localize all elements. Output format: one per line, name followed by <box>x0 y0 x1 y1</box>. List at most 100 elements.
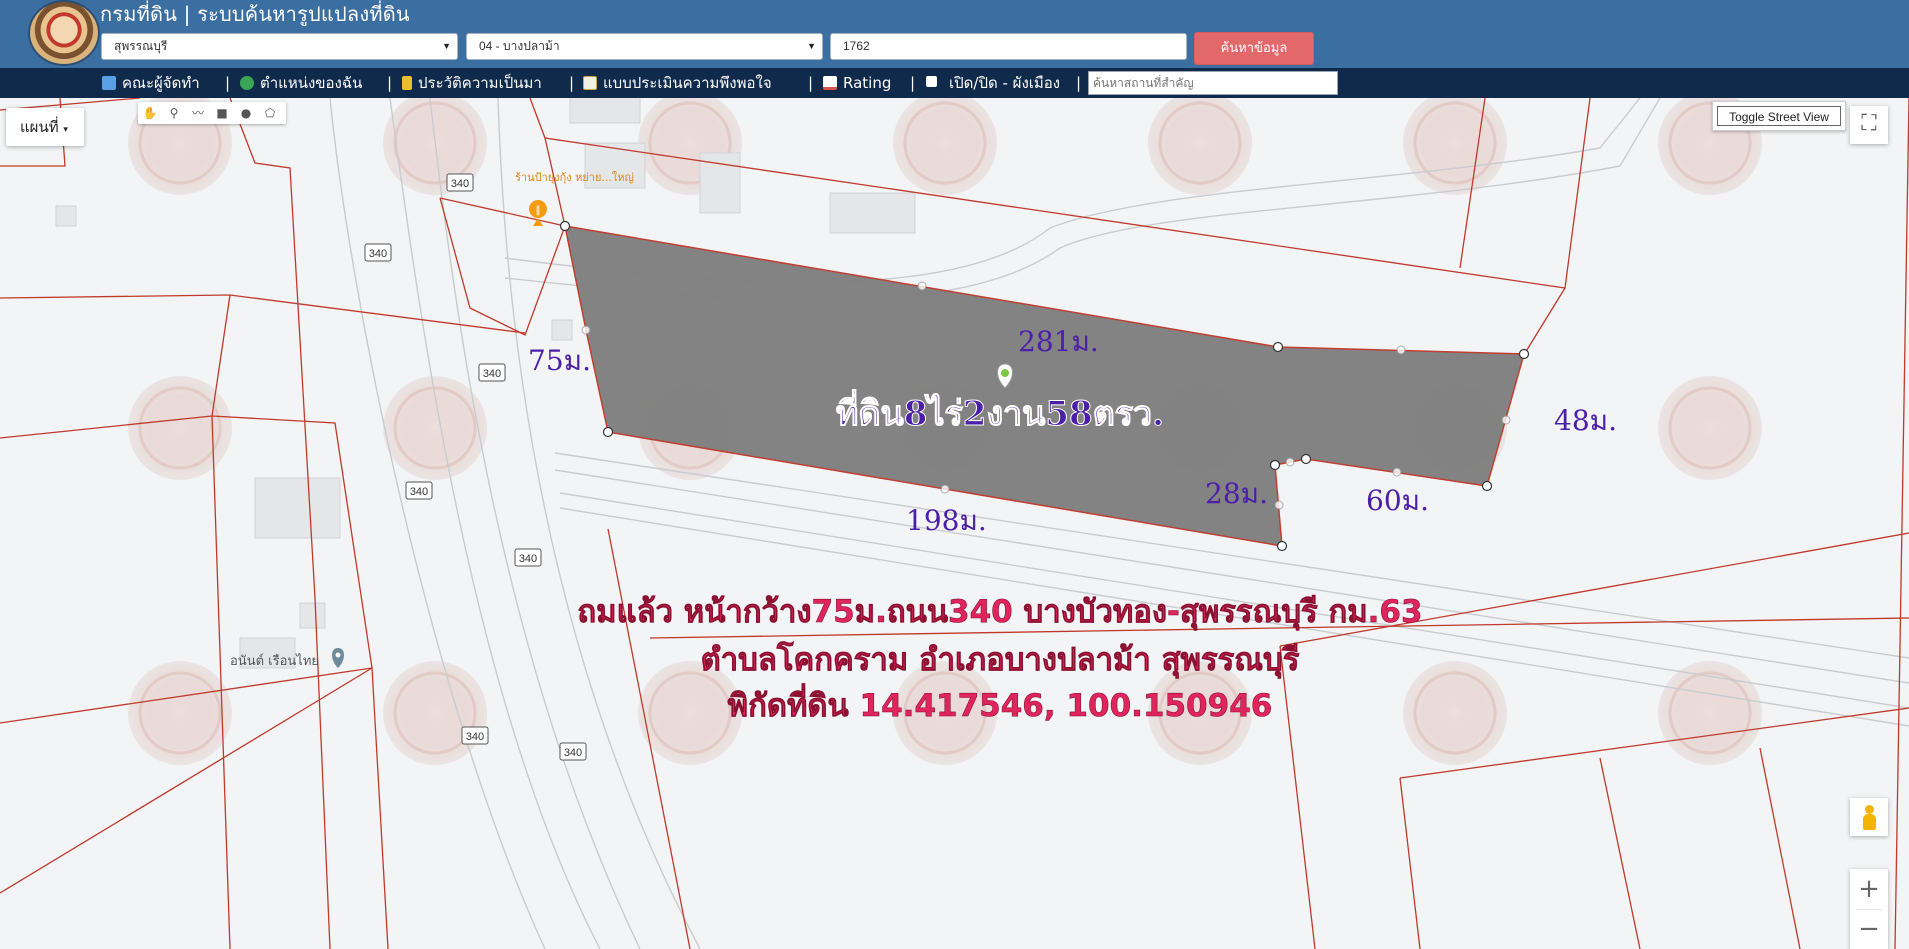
toolbar-survey-label: แบบประเมินความพึงพอใจ <box>603 74 772 92</box>
toolbar-history-label: ประวัติความเป็นมา <box>418 74 542 92</box>
chevron-down-icon: ▼ <box>807 41 816 51</box>
chart-icon <box>823 76 837 90</box>
app-title: กรมที่ดิน | ระบบค้นหารูปแปลงที่ดิน <box>100 2 410 26</box>
road-shield-label: 340 <box>519 553 537 565</box>
zoom-out-button[interactable]: − <box>1850 909 1888 949</box>
survey-icon <box>583 76 597 90</box>
province-select[interactable]: สุพรรณบุรี ▼ <box>101 33 458 60</box>
toolbar-separator: | <box>1076 74 1082 92</box>
vertex-handle <box>1481 480 1493 492</box>
toolbar-separator: | <box>569 74 575 92</box>
map-canvas[interactable]: 340 340 340 340 340 340 340 ร้านป้ายุงกุ้ง หย่… <box>0 98 1909 949</box>
parcel-number-input[interactable]: 1762 <box>830 33 1187 60</box>
parcel-line <box>1759 747 1801 949</box>
watermark-seal <box>1403 98 1507 195</box>
team-icon <box>102 76 116 90</box>
place-search-input[interactable]: ค้นหาสถานที่สำคัญ <box>1088 71 1338 95</box>
midpoint-handle <box>1274 500 1284 510</box>
circle-icon[interactable]: ● <box>238 105 254 121</box>
parcel-line <box>1524 287 1566 354</box>
chevron-down-icon: ▼ <box>442 41 451 51</box>
toolbar-team[interactable]: คณะผู้จัดทำ <box>102 68 200 98</box>
dol-logo <box>28 0 100 66</box>
building <box>551 319 573 341</box>
polygon-icon[interactable]: ⬠ <box>262 105 278 121</box>
app-root: กรมที่ดิน | ระบบค้นหารูปแปลงที่ดิน สุพรร… <box>0 0 1909 949</box>
road-shield-340: 340 <box>478 363 506 382</box>
watermark-seal <box>383 661 487 765</box>
watermark-seal <box>128 376 232 480</box>
road-edge <box>497 98 701 949</box>
toolbar-team-label: คณะผู้จัดทำ <box>122 74 200 92</box>
toolbar-history[interactable]: ประวัติความเป็นมา <box>402 68 542 98</box>
midpoint-handle <box>940 484 950 494</box>
map-type-dropdown[interactable]: แผนที่ ▾ <box>6 108 84 146</box>
watermark-seal <box>1403 661 1507 765</box>
district-select[interactable]: 04 - บางปลาม้า ▼ <box>466 33 823 60</box>
search-button[interactable]: ค้นหาข้อมูล <box>1194 32 1314 65</box>
dimension-75: 75ม. <box>528 344 591 377</box>
toggle-street-view-label: Toggle Street View <box>1717 106 1841 126</box>
toolbar-city-plan-label: เปิด/ปิด - ผังเมือง <box>949 74 1061 92</box>
dimension-60: 60ม. <box>1366 484 1429 517</box>
parcel-line <box>0 294 526 334</box>
road-shield-340: 340 <box>446 173 474 192</box>
toolbar-survey[interactable]: แบบประเมินความพึงพอใจ <box>583 68 772 98</box>
road-edge <box>329 98 546 949</box>
road-shield-340: 340 <box>405 481 433 500</box>
midpoint-handle <box>1396 345 1406 355</box>
caption-line-2: ตำบลโคกคราม อำเภอบางปลาม้า สุพรรณบุรี <box>701 641 1300 679</box>
building <box>55 205 77 227</box>
poi-restaurant[interactable]: ร้านป้ายุงกุ้ง หย่าย...ใหญ่ ‖ <box>515 171 634 226</box>
parcel-line <box>1894 98 1909 949</box>
road-shield-label: 340 <box>466 731 484 743</box>
poi-anan-label: อนันต์ เรือนไทย <box>230 653 319 669</box>
toolbar-rating[interactable]: Rating <box>823 68 891 98</box>
road-shield-340: 340 <box>559 742 587 761</box>
caption-line-3: พิกัดที่ดิน 14.417546, 100.150946 <box>728 683 1273 724</box>
vertex-handle <box>559 220 571 232</box>
parcel-line <box>1279 645 1316 949</box>
hand-icon[interactable]: ✋ <box>142 105 158 121</box>
history-icon <box>402 76 412 90</box>
marker-icon[interactable]: ⚲ <box>166 105 182 121</box>
province-select-value: สุพรรณบุรี <box>114 39 168 53</box>
road-shield-label: 340 <box>483 368 501 380</box>
midpoint-handle <box>917 281 927 291</box>
vertex-handle <box>1518 348 1530 360</box>
toolbar-my-location[interactable]: ตำแหน่งของฉัน <box>240 68 362 98</box>
rectangle-icon[interactable]: ■ <box>214 105 230 121</box>
district-select-value: 04 - บางปลาม้า <box>479 39 560 53</box>
dimension-28: 28ม. <box>1205 477 1268 510</box>
watermark-seal <box>1148 98 1252 195</box>
fullscreen-icon[interactable]: ⛶ <box>1850 106 1888 144</box>
building <box>569 98 641 124</box>
polyline-icon[interactable]: 〰 <box>190 105 206 121</box>
midpoint-handle <box>581 325 591 335</box>
zoom-control: + − <box>1850 869 1888 949</box>
toolbar-separator: | <box>910 74 916 92</box>
zoom-in-button[interactable]: + <box>1850 869 1888 909</box>
toggle-street-view-button[interactable]: Toggle Street View <box>1712 101 1846 131</box>
chevron-down-icon: ▾ <box>63 125 68 135</box>
vertex-handle <box>602 426 614 438</box>
pegman-icon[interactable] <box>1850 798 1888 836</box>
toolbar: คณะผู้จัดทำ | ตำแหน่งของฉัน | ประวัติควา… <box>0 68 1909 98</box>
watermark-seal <box>128 661 232 765</box>
toolbar-city-plan-toggle[interactable]: เปิด/ปิด - ผังเมือง <box>926 68 1060 98</box>
road-shield-label: 340 <box>369 248 387 260</box>
toolbar-separator: | <box>808 74 814 92</box>
parcel-area-label: ที่ดิน8ไร่2งาน58ตรว. <box>836 389 1164 434</box>
checkbox-icon[interactable] <box>926 76 937 87</box>
road-shield-label: 340 <box>410 486 428 498</box>
toolbar-my-location-label: ตำแหน่งของฉัน <box>260 74 363 92</box>
road-shield-label: 340 <box>564 747 582 759</box>
vertex-handle <box>1276 540 1288 552</box>
vertex-handle <box>1272 341 1284 353</box>
midpoint-handle <box>1501 415 1511 425</box>
map-svg[interactable]: 340 340 340 340 340 340 340 ร้านป้ายุงกุ้ง หย่… <box>0 98 1909 949</box>
toolbar-separator: | <box>225 74 231 92</box>
header-bar: กรมที่ดิน | ระบบค้นหารูปแปลงที่ดิน สุพรร… <box>0 0 1909 68</box>
vertex-handle <box>1300 453 1312 465</box>
drawing-toolbar: ✋ ⚲ 〰 ■ ● ⬠ <box>138 102 286 124</box>
